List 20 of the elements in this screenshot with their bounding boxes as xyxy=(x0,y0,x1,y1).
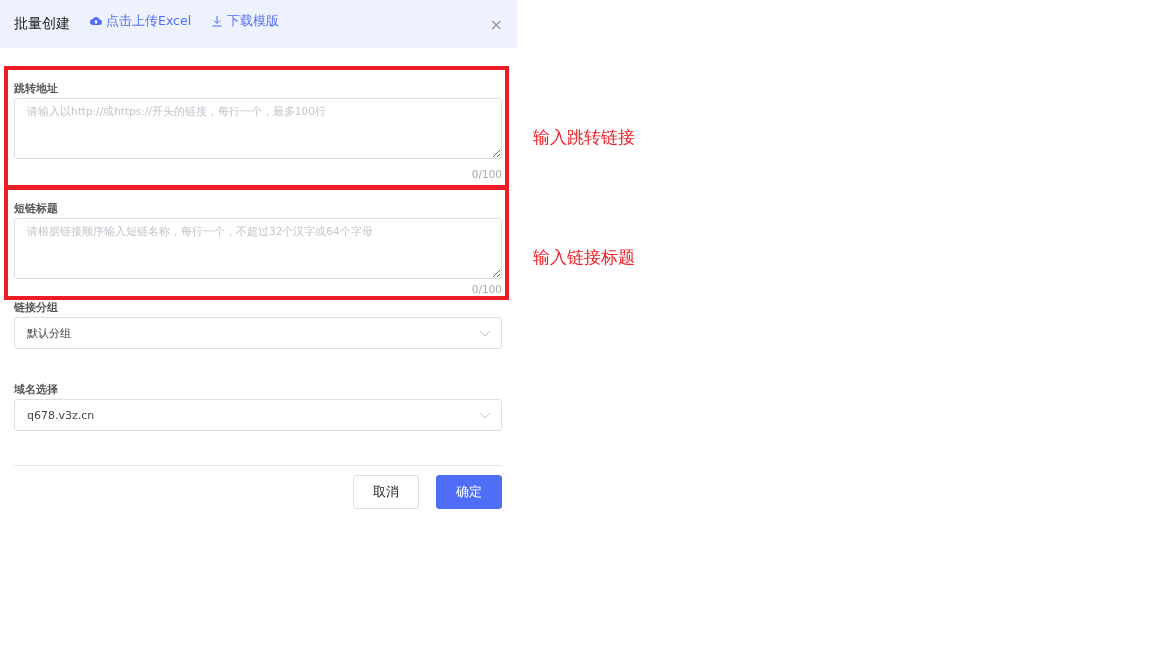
confirm-button[interactable]: 确定 xyxy=(436,475,502,509)
chevron-down-icon xyxy=(479,329,491,337)
cloud-upload-icon xyxy=(90,15,102,27)
close-button[interactable]: × xyxy=(489,14,503,34)
character-counter: 0/100 xyxy=(470,167,502,182)
cancel-button[interactable]: 取消 xyxy=(353,475,419,509)
download-icon xyxy=(211,15,224,27)
select-field[interactable]: q678.v3z.cn xyxy=(14,399,502,431)
select-field[interactable]: 默认分组 xyxy=(14,317,502,349)
field-label: 跳转地址 xyxy=(14,82,59,96)
character-counter: 0/100 xyxy=(470,282,502,297)
dialog-title: 批量创建 xyxy=(14,15,70,33)
field-label: 链接分组 xyxy=(14,301,59,315)
annotation-text: 输入跳转链接 xyxy=(533,126,635,149)
field-label: 域名选择 xyxy=(14,383,59,397)
upload-link[interactable]: 点击上传Excel xyxy=(90,12,192,30)
annotation-text: 输入链接标题 xyxy=(533,246,635,269)
field-label: 短链标题 xyxy=(14,202,59,216)
download-link[interactable]: 下载模版 xyxy=(211,12,280,30)
chevron-down-icon xyxy=(479,411,491,419)
